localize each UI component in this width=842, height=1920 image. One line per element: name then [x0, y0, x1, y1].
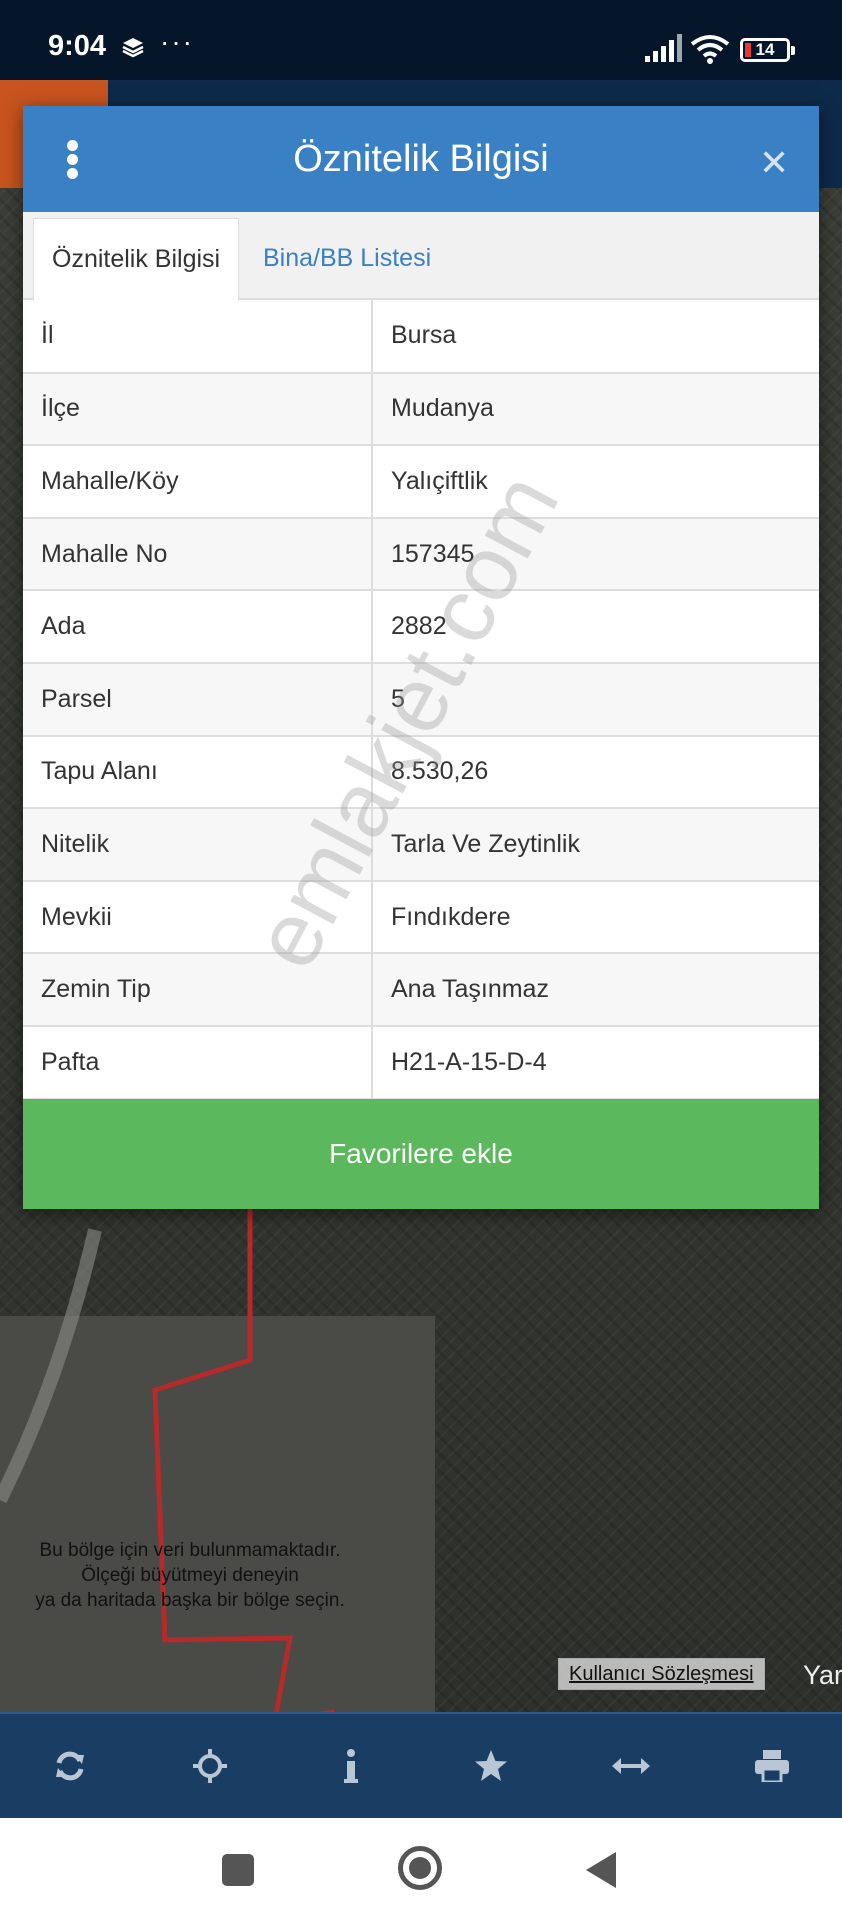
table-row: İlçe Mudanya: [23, 372, 819, 447]
attribute-key: Zemin Tip: [23, 953, 373, 1027]
signal-icon: [645, 34, 682, 62]
attribute-value: Mudanya: [372, 372, 819, 447]
table-row: Mahalle/Köy Yalıçiftlik: [23, 445, 819, 519]
back-icon[interactable]: [586, 1852, 616, 1888]
dialog-header: Öznitelik Bilgisi ✕: [23, 106, 819, 212]
battery-icon: 14: [740, 38, 795, 62]
attribute-key: Pafta: [23, 1025, 373, 1100]
table-row: Zemin Tip Ana Taşınmaz: [23, 953, 819, 1027]
battery-level: 14: [755, 40, 775, 59]
dialog-tabs: Öznitelik Bilgisi Bina/BB Listesi: [23, 212, 819, 302]
attribute-key: Mahalle No: [23, 517, 373, 592]
attribute-key: Nitelik: [23, 808, 373, 882]
table-row: Tapu Alanı 8.530,26: [23, 735, 819, 810]
tab-building-list[interactable]: Bina/BB Listesi: [245, 218, 449, 300]
attribute-value: 8.530,26: [372, 735, 819, 810]
status-time: 9:04: [48, 30, 107, 62]
no-data-line-1: Bu bölge için veri bulunmamaktadır.: [39, 1540, 341, 1561]
attribute-value: Yalıçiftlik: [372, 445, 819, 519]
attribute-key: Mevkii: [23, 880, 373, 955]
refresh-icon[interactable]: [40, 1736, 100, 1796]
system-nav-bar: [0, 1818, 842, 1920]
attribute-key: Ada: [23, 590, 373, 664]
attribute-key: İlçe: [23, 372, 373, 447]
tab-attribute-info[interactable]: Öznitelik Bilgisi: [33, 218, 240, 302]
recent-apps-icon[interactable]: [222, 1854, 254, 1886]
attribute-value: 2882: [372, 590, 819, 664]
no-data-line-2: Ölçeği büyütmeyi deneyin: [81, 1565, 299, 1586]
table-row: Pafta H21-A-15-D-4: [23, 1025, 819, 1100]
close-icon[interactable]: ✕: [759, 142, 789, 184]
print-icon[interactable]: [742, 1736, 802, 1796]
status-bar: 9:04 ··· 14: [0, 0, 842, 80]
attribute-value: Bursa: [372, 300, 819, 374]
table-row: Nitelik Tarla Ve Zeytinlik: [23, 808, 819, 882]
attribute-key: Parsel: [23, 662, 373, 737]
info-icon[interactable]: [321, 1736, 381, 1796]
map-label-partial: Yar: [803, 1660, 842, 1690]
star-icon[interactable]: [461, 1736, 521, 1796]
wifi-icon: [690, 35, 730, 64]
home-icon[interactable]: [398, 1846, 442, 1890]
table-row: Parsel 5: [23, 662, 819, 737]
dialog-title: Öznitelik Bilgisi: [293, 138, 549, 180]
table-row: İl Bursa: [23, 300, 819, 374]
attribute-value: Tarla Ve Zeytinlik: [372, 808, 819, 882]
attribute-value: 157345: [372, 517, 819, 592]
attribute-key: İl: [23, 300, 373, 374]
locate-icon[interactable]: [180, 1736, 240, 1796]
attribute-info-dialog: Öznitelik Bilgisi ✕ Öznitelik Bilgisi Bi…: [23, 106, 819, 1209]
table-row: Ada 2882: [23, 590, 819, 664]
measure-icon[interactable]: [601, 1736, 661, 1796]
attribute-value: Fındıkdere: [372, 880, 819, 955]
attribute-key: Tapu Alanı: [23, 735, 373, 810]
map-no-data-message: Bu bölge için veri bulunmamaktadır. Ölçe…: [0, 1538, 380, 1613]
no-data-line-3: ya da haritada başka bir bölge seçin.: [35, 1590, 345, 1611]
attribute-value: 5: [372, 662, 819, 737]
add-to-favorites-button[interactable]: Favorilere ekle: [23, 1099, 819, 1209]
user-agreement-link[interactable]: Kullanıcı Sözleşmesi: [558, 1658, 765, 1690]
table-row: Mevkii Fındıkdere: [23, 880, 819, 955]
layers-icon: [122, 38, 144, 58]
table-row: Mahalle No 157345: [23, 517, 819, 592]
bottom-toolbar: [0, 1712, 842, 1818]
more-notifications-icon: ···: [160, 26, 194, 57]
attribute-table: İl Bursa İlçe Mudanya Mahalle/Köy Yalıçiftlik…: [23, 300, 819, 1100]
attribute-key: Mahalle/Köy: [23, 445, 373, 519]
attribute-value: H21-A-15-D-4: [372, 1025, 819, 1100]
attribute-value: Ana Taşınmaz: [372, 953, 819, 1027]
